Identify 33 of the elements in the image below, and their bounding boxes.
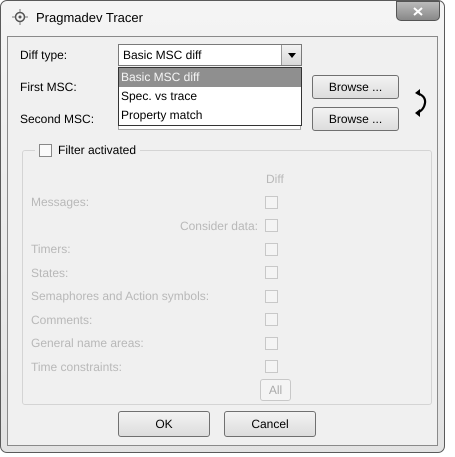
filter-checkbox[interactable]: [265, 336, 278, 350]
browse-button[interactable]: Browse ...: [312, 75, 399, 99]
filter-label: Comments:: [31, 312, 94, 327]
filter-checkbox[interactable]: [265, 266, 278, 280]
filter-label: States:: [31, 266, 70, 280]
diff-type-dropdown[interactable]: Basic MSC diff: [118, 44, 302, 66]
filter-checkbox[interactable]: [265, 313, 278, 326]
cancel-button[interactable]: Cancel: [224, 411, 316, 437]
filter-label: Timers:: [31, 242, 72, 256]
filter-checkbox[interactable]: [39, 144, 52, 156]
filter-label: Semaphores and Action symbols:: [31, 289, 210, 304]
filter-checkbox[interactable]: [265, 196, 278, 209]
browse-button[interactable]: Browse ...: [312, 107, 399, 131]
target-icon: [12, 9, 28, 25]
ok-button[interactable]: OK: [118, 411, 210, 437]
filter-checkbox[interactable]: [265, 219, 278, 232]
checkbox-label: Filter activated: [58, 143, 136, 157]
close-icon: [413, 6, 423, 16]
field-label: Second MSC:: [20, 112, 96, 126]
filter-checkbox[interactable]: [265, 242, 278, 256]
filter-label: General name areas:: [31, 336, 145, 350]
field-label: First MSC:: [20, 80, 78, 94]
window-title: Pragmadev Tracer: [36, 10, 143, 25]
column-header: Diff: [265, 172, 285, 186]
close-button[interactable]: [396, 1, 440, 21]
filter-label: Messages:: [31, 195, 90, 210]
curved-arrow-icon: [415, 89, 427, 117]
filter-label: Consider data:: [178, 218, 259, 233]
filter-checkbox[interactable]: [265, 360, 278, 374]
field-label: Diff type:: [20, 48, 68, 62]
filter-checkbox[interactable]: [265, 290, 278, 303]
filter-label: Time constraints:: [31, 360, 123, 374]
caret-icon: [288, 52, 296, 58]
